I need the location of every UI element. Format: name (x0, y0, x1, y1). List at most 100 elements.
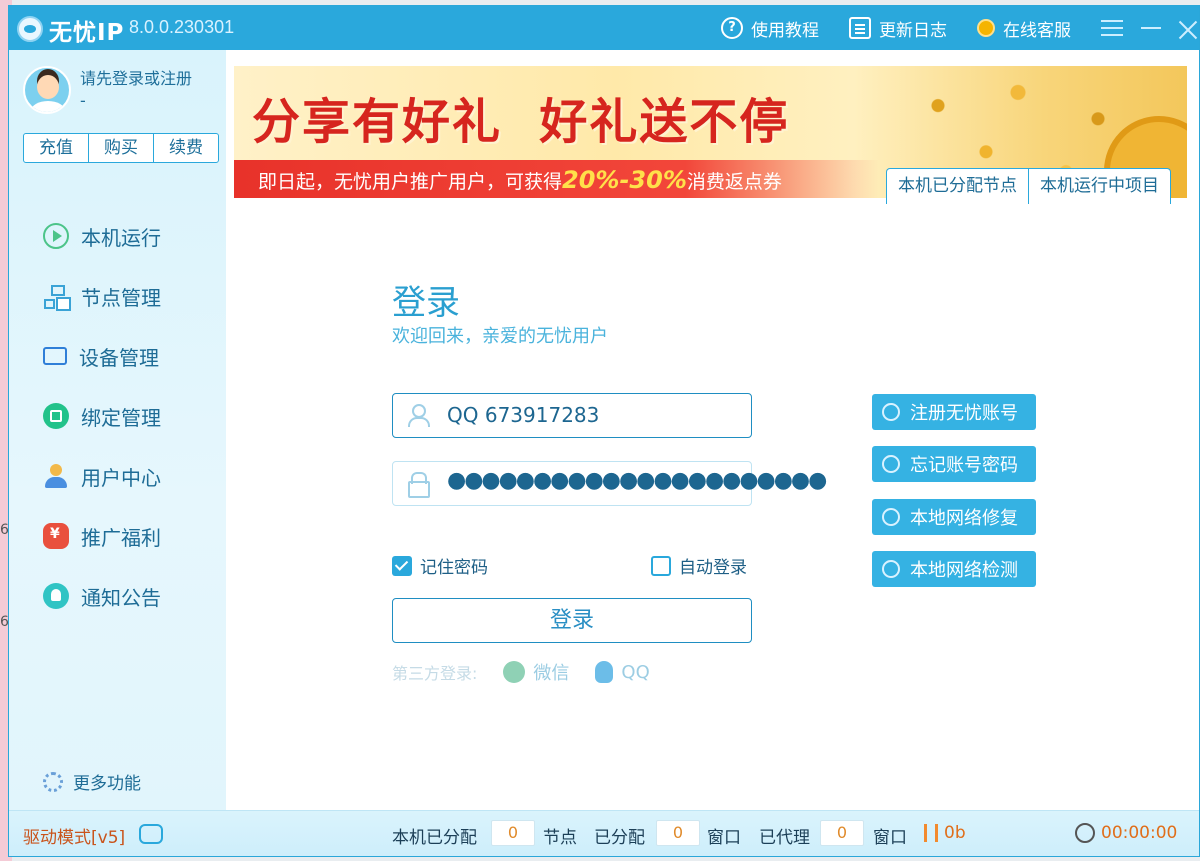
forgot-password-button[interactable]: 忘记账号密码 (872, 446, 1036, 482)
network-check-button[interactable]: 本地网络检测 (872, 551, 1036, 587)
lock-icon (407, 472, 430, 498)
sidebar-item-label: 推广福利 (81, 525, 161, 550)
support-button[interactable]: 在线客服 (977, 15, 1071, 41)
tutorial-label: 使用教程 (751, 20, 819, 41)
auto-login-checkbox[interactable]: 自动登录 (651, 553, 747, 578)
device-icon (43, 347, 67, 365)
forgot-label: 忘记账号密码 (910, 455, 1018, 476)
remember-password-label: 记住密码 (420, 558, 488, 578)
changelog-label: 更新日志 (879, 20, 947, 41)
checkbox-checked-icon[interactable] (392, 555, 412, 576)
check-label: 本地网络检测 (910, 560, 1018, 581)
third-party-login: 第三方登录: 微信 QQ (392, 659, 650, 685)
tab-allocated-nodes[interactable]: 本机已分配节点 (887, 169, 1029, 204)
recharge-button[interactable]: 充值 (24, 134, 89, 162)
support-label: 在线客服 (1003, 20, 1071, 41)
sidebar-item-label: 本机运行 (81, 225, 161, 250)
bind-icon (43, 403, 69, 429)
banner-strip-suffix: 消费返点券 (686, 171, 782, 193)
repair-label: 本地网络修复 (910, 508, 1018, 529)
login-title: 登录 (392, 283, 460, 323)
password-value[interactable]: ●●●●●●●●●●●●●●●●●●●●●● (447, 468, 827, 493)
customer-service-icon (977, 19, 995, 37)
clock-icon (1075, 823, 1095, 843)
register-account-button[interactable]: 注册无忧账号 (872, 394, 1036, 430)
tab-running-projects[interactable]: 本机运行中项目 (1029, 169, 1170, 204)
network-icon (882, 508, 900, 526)
changelog-button[interactable]: 更新日志 (849, 15, 947, 41)
sidebar-item-user-center[interactable]: 用户中心 (43, 458, 161, 494)
qq-label: QQ (621, 661, 650, 683)
allocated-label: 本机已分配 (392, 828, 477, 848)
user-add-icon (882, 403, 900, 421)
username-field[interactable]: QQ 673917283 (392, 393, 752, 438)
sidebar-item-label: 绑定管理 (81, 405, 161, 430)
main-panel: 分享有好礼 好礼送不停 即日起，无忧用户推广用户，可获得20%-30%消费返点券… (226, 50, 1199, 810)
login-prompt[interactable]: 请先登录或注册 - (80, 68, 192, 112)
renew-button[interactable]: 续费 (154, 134, 218, 162)
network-nodes-icon (43, 283, 69, 309)
login-prompt-sub: - (80, 91, 86, 110)
nodes-label: 节点 (543, 828, 577, 848)
close-icon[interactable] (1177, 18, 1199, 40)
wechat-label: 微信 (533, 663, 570, 684)
tutorial-button[interactable]: ? 使用教程 (721, 15, 819, 41)
login-prompt-text[interactable]: 请先登录或注册 (80, 68, 192, 90)
sidebar: 请先登录或注册 - 充值 购买 续费 本机运行 节点管理 设备管理 绑定管理 用… (9, 50, 226, 810)
sidebar-item-label: 通知公告 (81, 585, 161, 610)
sidebar-item-device-management[interactable]: 设备管理 (43, 338, 159, 374)
sidebar-item-promotion[interactable]: 推广福利 (43, 518, 161, 554)
qq-login-button[interactable]: QQ (595, 661, 650, 683)
document-icon (849, 17, 871, 39)
qq-icon (595, 661, 614, 683)
more-features-button[interactable]: 更多功能 (43, 769, 141, 794)
auto-login-label: 自动登录 (679, 558, 747, 578)
gift-money-icon (43, 523, 69, 549)
proxied-count: 0 (820, 820, 864, 846)
transfer-arrows-icon (924, 824, 938, 842)
third-party-label: 第三方登录: (392, 664, 478, 683)
remember-password-checkbox[interactable]: 记住密码 (392, 553, 488, 578)
password-field[interactable]: ●●●●●●●●●●●●●●●●●●●●●● (392, 461, 827, 506)
minimize-icon[interactable] (1141, 27, 1161, 29)
speed-indicator: 0b (924, 823, 966, 843)
wechat-login-button[interactable]: 微信 (503, 659, 569, 685)
wechat-icon (503, 661, 526, 683)
assigned-count: 0 (656, 820, 700, 846)
sidebar-item-local-run[interactable]: 本机运行 (43, 218, 161, 254)
timer-value: 00:00:00 (1101, 823, 1178, 843)
sidebar-item-bind-management[interactable]: 绑定管理 (43, 398, 161, 434)
app-window: 无忧IP 8.0.0.230301 ? 使用教程 更新日志 在线客服 请先登录或… (8, 5, 1200, 857)
title-bar[interactable]: 无忧IP 8.0.0.230301 ? 使用教程 更新日志 在线客服 (9, 6, 1199, 50)
purchase-button[interactable]: 购买 (89, 134, 154, 162)
account-button-group: 充值 购买 续费 (23, 133, 219, 163)
login-subtitle: 欢迎回来，亲爱的无忧用户 (392, 326, 608, 347)
username-value[interactable]: QQ 673917283 (447, 403, 599, 427)
play-circle-icon (43, 223, 69, 249)
banner-strip-text: 即日起，无忧用户推广用户，可获得20%-30%消费返点券 (258, 166, 782, 194)
banner-strip-highlight: 20%-30% (562, 166, 687, 194)
gear-icon (43, 771, 63, 792)
sidebar-item-notices[interactable]: 通知公告 (43, 578, 161, 614)
node-tabs: 本机已分配节点 本机运行中项目 (886, 168, 1171, 204)
menu-icon[interactable] (1101, 20, 1123, 36)
login-button[interactable]: 登录 (392, 598, 752, 643)
banner-strip-prefix: 即日起，无忧用户推广用户，可获得 (258, 171, 563, 193)
register-label: 注册无忧账号 (910, 403, 1018, 424)
lock-icon (882, 455, 900, 473)
status-bar: 驱动模式[v5] 本机已分配 0 节点 已分配 0 窗口 已代理 0 窗口 0b… (9, 810, 1199, 856)
app-version: 8.0.0.230301 (129, 17, 235, 37)
avatar[interactable] (23, 66, 71, 114)
checkbox-unchecked-icon[interactable] (651, 555, 671, 576)
pulse-icon (882, 560, 900, 578)
app-name: 无忧IP (49, 20, 125, 46)
network-repair-button[interactable]: 本地网络修复 (872, 499, 1036, 535)
user-icon (43, 463, 69, 489)
sidebar-item-label: 设备管理 (79, 345, 159, 370)
timer: 00:00:00 (1075, 823, 1177, 843)
refresh-icon[interactable] (139, 824, 163, 844)
window-label-2: 窗口 (873, 828, 907, 848)
user-icon (407, 404, 430, 427)
sidebar-item-node-management[interactable]: 节点管理 (43, 278, 161, 314)
help-icon: ? (721, 17, 743, 39)
